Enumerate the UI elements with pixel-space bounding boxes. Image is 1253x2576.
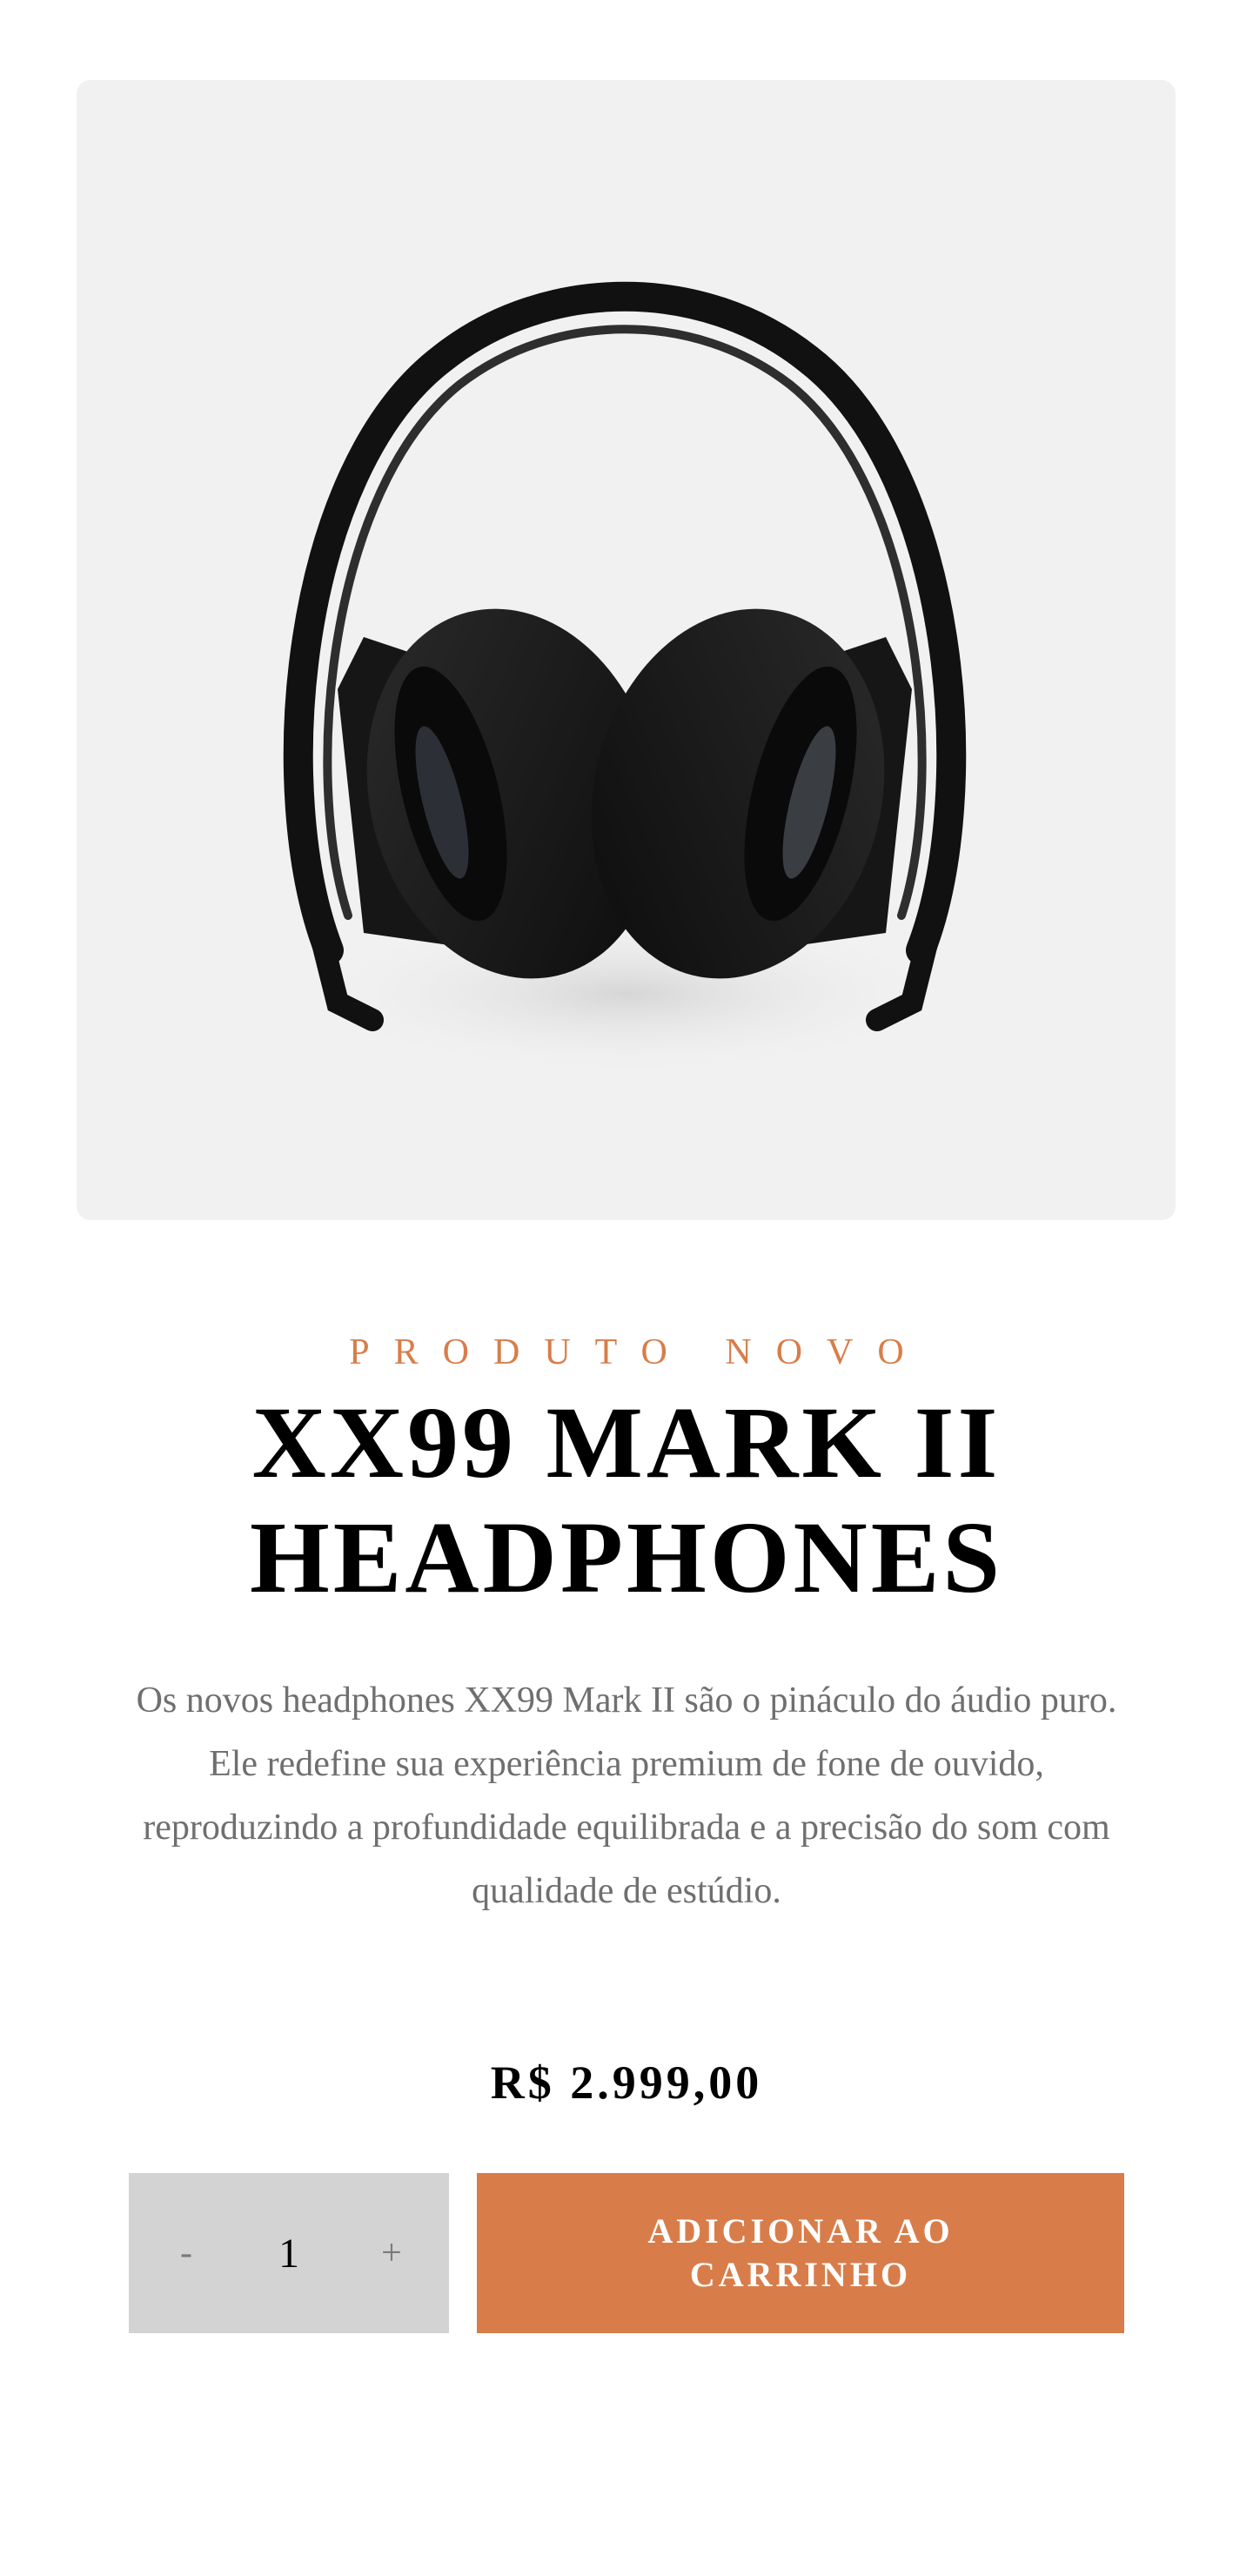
add-to-cart-button[interactable]: ADICIONAR AO CARRINHO <box>477 2173 1124 2333</box>
product-image <box>77 80 1176 1220</box>
product-title-line-2: HEADPHONES <box>249 1500 1004 1614</box>
quantity-value: 1 <box>278 2230 299 2277</box>
product-description: Os novos headphones XX99 Mark II são o p… <box>136 1680 1117 1911</box>
product-price: R$ 2.999,00 <box>490 2056 763 2109</box>
headphones-illustration <box>283 281 967 1077</box>
decrement-button[interactable]: - <box>158 2225 214 2281</box>
new-product-overline: PRODUTO NOVO <box>349 1332 928 1372</box>
product-title: XX99 MARK II HEADPHONES <box>0 1385 1253 1615</box>
product-title-line-1: XX99 MARK II <box>251 1385 1002 1499</box>
quantity-stepper: - 1 + <box>129 2173 449 2333</box>
increment-button[interactable]: + <box>364 2225 419 2281</box>
product-page: PRODUTO NOVO XX99 MARK II HEADPHONES Os … <box>0 0 1253 2576</box>
